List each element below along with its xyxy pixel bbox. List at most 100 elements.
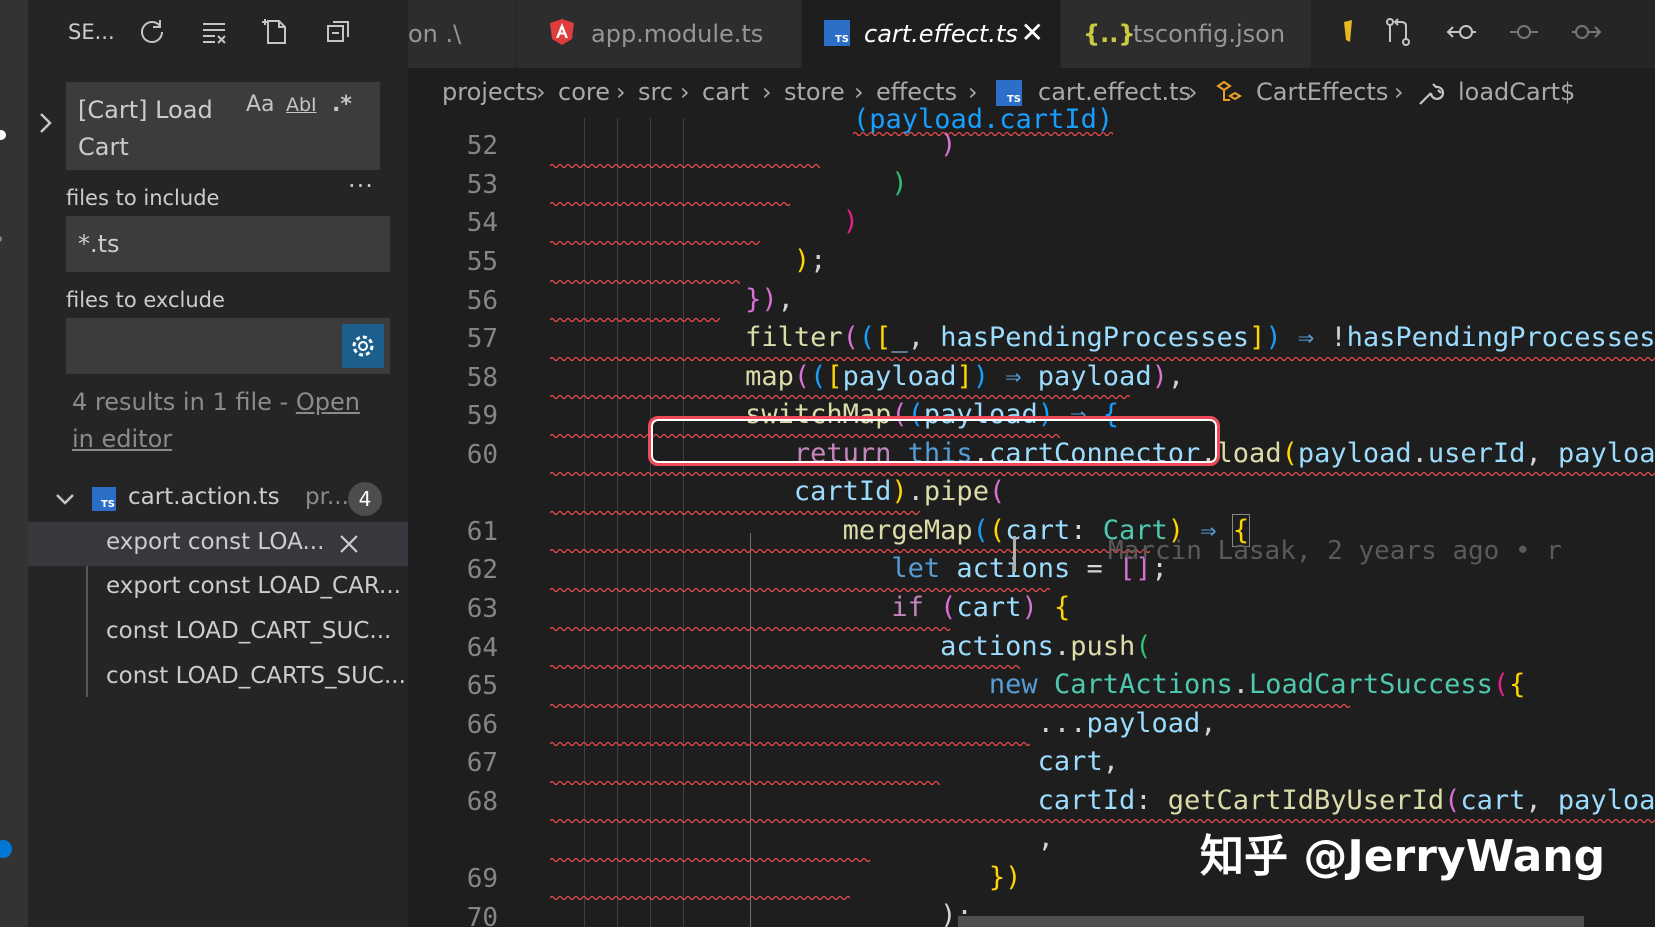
refresh-icon[interactable] [134, 14, 170, 50]
breadcrumb-separator-icon: › [680, 78, 690, 106]
line-number: 57 [466, 324, 498, 354]
results-summary: 4 results in 1 file - Open in editor [72, 384, 372, 458]
dismiss-match-icon[interactable] [338, 533, 360, 555]
breadcrumb-item[interactable]: loadCart$ [1458, 78, 1575, 106]
activity-indicator [0, 236, 2, 242]
files-include-input[interactable]: *.ts [66, 216, 390, 272]
breadcrumb-separator-icon: › [536, 78, 546, 106]
error-squiggle [550, 278, 740, 284]
open-changes-icon[interactable] [1382, 16, 1418, 52]
activity-bar [0, 0, 28, 927]
line-number: 55 [466, 247, 498, 277]
tab-tsconfig[interactable]: {..} tsconfig.json [1061, 0, 1312, 68]
result-count-badge: 4 [348, 482, 382, 516]
collapse-all-icon[interactable] [320, 14, 356, 50]
line-number: 68 [466, 787, 498, 817]
code-line: ...payload, [1037, 708, 1217, 739]
result-file-row[interactable]: TS cart.action.ts pr... 4 [28, 478, 408, 520]
editor-actions [1312, 0, 1655, 68]
typescript-file-icon: TS [92, 487, 116, 511]
typescript-file-icon: TS [824, 20, 850, 46]
error-squiggle [550, 894, 850, 900]
regex-icon[interactable]: .* [332, 92, 352, 117]
accounts-badge[interactable] [0, 840, 12, 858]
line-number: 62 [466, 555, 498, 585]
file-icon [1344, 20, 1352, 42]
close-tab-icon[interactable]: ✕ [1021, 16, 1044, 49]
error-squiggle [550, 162, 820, 168]
error-squiggle [550, 547, 1150, 553]
line-number: 69 [466, 864, 498, 894]
use-exclude-settings-gear-icon[interactable] [342, 324, 384, 368]
search-input[interactable]: [Cart] Load Cart Aa AbI .* [66, 82, 380, 170]
breadcrumb-item[interactable]: store [784, 78, 845, 106]
git-blame-annotation: Marcin Lasak, 2 years ago • r [1108, 536, 1562, 566]
match-whole-word-icon[interactable]: AbI [286, 94, 317, 116]
commit-icon[interactable] [1508, 16, 1544, 52]
angular-icon [550, 19, 574, 45]
result-match-text: const LOAD_CART_SUC... [106, 618, 392, 644]
tab-app-module[interactable]: app.module.ts [517, 0, 802, 68]
error-squiggle [550, 625, 950, 631]
error-squiggle [550, 779, 940, 785]
next-change-icon[interactable] [1570, 16, 1606, 52]
breadcrumb-item[interactable]: src [638, 78, 673, 106]
code-line: }) [988, 862, 1022, 893]
line-number: 58 [466, 363, 498, 393]
sidebar-header: SE... [28, 0, 408, 68]
clear-results-icon[interactable] [196, 14, 232, 50]
more-icon[interactable]: ··· [348, 172, 374, 200]
error-squiggle [550, 316, 720, 322]
error-squiggle [550, 740, 1030, 746]
text-cursor [1013, 536, 1016, 572]
toggle-replace-chevron-icon[interactable] [34, 108, 58, 138]
breadcrumb-item[interactable]: projects [442, 78, 538, 106]
match-case-icon[interactable]: Aa [246, 92, 275, 117]
code-line: ) [891, 168, 908, 199]
code-line: ) [842, 206, 859, 237]
line-number: 67 [466, 748, 498, 778]
code-line: cart, [1037, 746, 1119, 777]
result-file-name: cart.action.ts [128, 484, 280, 510]
tab-partial[interactable]: on .\ [408, 0, 517, 68]
tab-cart-effect[interactable]: TS cart.effect.ts ✕ [802, 0, 1061, 68]
line-number: 56 [466, 286, 498, 316]
code-editor[interactable]: (payload.cartId) 52 53 54 55 56 57 58 59… [408, 104, 1655, 927]
typescript-file-icon: TS [996, 80, 1022, 106]
breadcrumb-separator-icon: › [762, 78, 772, 106]
result-match-row[interactable]: export const LOAD_CAR... [28, 566, 408, 610]
files-exclude-input[interactable] [66, 318, 390, 374]
error-squiggle [550, 470, 1655, 476]
code-line: cartId: getCartIdByUserId(cart, payload.… [1037, 785, 1655, 816]
json-file-icon: {..} [1083, 20, 1136, 48]
property-wrench-icon [1419, 83, 1445, 105]
result-file-path: pr... [305, 484, 349, 510]
line-number: 52 [466, 131, 498, 161]
sidebar-title: SE... [68, 20, 115, 44]
code-line: actions.push( [940, 631, 1152, 662]
line-number: 70 [466, 903, 498, 927]
breadcrumb-separator-icon: › [968, 78, 978, 106]
tab-label: app.module.ts [591, 20, 764, 48]
breadcrumb-item[interactable]: cart.effect.ts [1038, 78, 1191, 106]
horizontal-scrollbar[interactable] [958, 916, 1584, 927]
result-match-row[interactable]: export const LOA... [28, 522, 408, 566]
breadcrumb-separator-icon: › [616, 78, 626, 106]
breadcrumb-item[interactable]: core [558, 78, 610, 106]
code-line: cartId).pipe( [793, 476, 1006, 507]
editor-tabs: on .\ app.module.ts TS cart.effect.ts ✕ … [408, 0, 1655, 68]
breadcrumb-item[interactable]: effects [876, 78, 957, 106]
highlight-annotation-box [648, 416, 1220, 466]
breadcrumb-item[interactable]: cart [702, 78, 749, 106]
result-match-row[interactable]: const LOAD_CARTS_SUC... [28, 656, 408, 700]
line-number: 60 [466, 440, 498, 470]
new-search-editor-icon[interactable] [258, 14, 294, 50]
code-line: ); [940, 900, 973, 927]
breadcrumb-item[interactable]: CartEffects [1256, 78, 1388, 106]
error-squiggle [550, 200, 790, 206]
result-match-row[interactable]: const LOAD_CART_SUC... [28, 611, 408, 655]
files-include-value: *.ts [78, 230, 120, 258]
result-match-text: export const LOAD_CAR... [106, 573, 401, 599]
error-squiggle [550, 393, 1130, 399]
previous-change-icon[interactable] [1446, 16, 1482, 52]
